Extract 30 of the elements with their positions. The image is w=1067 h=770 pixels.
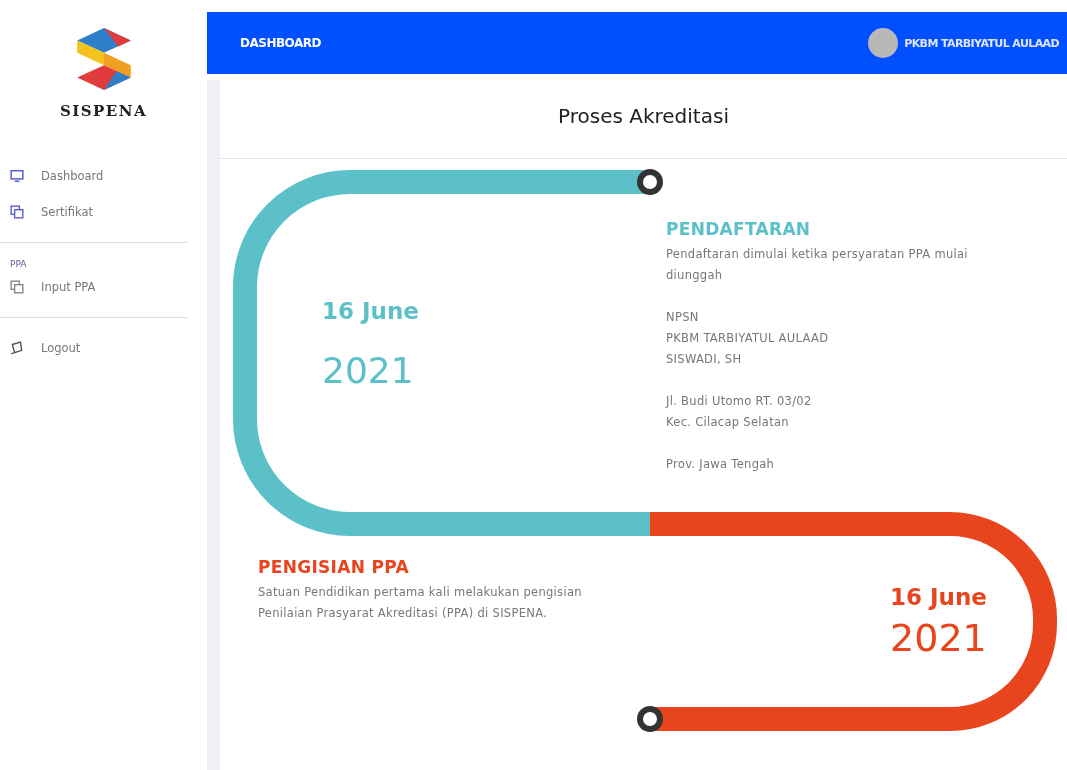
avatar[interactable] [868, 28, 899, 58]
sidebar-item[interactable]: Dashboard [0, 158, 207, 194]
page-title: Proses Akreditasi [558, 104, 729, 128]
stage-description: Pendaftaran dimulai ketika persyaratan PPA mulai diunggah [666, 246, 969, 284]
section-label: PPA [9, 258, 28, 269]
detail-line: Prov. Jawa Tengah [666, 456, 776, 473]
detail-line: Kec. Cilacap Selatan [666, 414, 790, 431]
detail-line: Jl. Budi Utomo RT. 03/02 [666, 393, 813, 410]
stage-year: 2021 [890, 616, 987, 660]
detail-line: PKBM TARBIYATUL AULAAD [666, 330, 830, 347]
stage-description: Satuan Pendidikan pertama kali melakukan pengisian Penilaian Prasyarat Akreditasi (PPA) di SISPENA. [258, 584, 583, 622]
detail-line: NPSN [666, 309, 700, 326]
copy-icon [10, 205, 24, 219]
monitor-icon [10, 169, 24, 183]
brand-name: SISPENA [59, 102, 148, 120]
sidebar-item[interactable]: Sertifikat [0, 194, 207, 230]
sidebar-item[interactable]: Input PPA [0, 269, 207, 305]
user-name[interactable]: PKBM TARBIYATUL AULAAD [904, 36, 1059, 50]
broom-icon [10, 341, 24, 355]
stage-title: PENGISIAN PPA [258, 557, 410, 577]
stage-year: 2021 [322, 349, 415, 391]
timeline-node [637, 706, 663, 732]
stage-day: 16 June [890, 584, 987, 610]
sidebar-item[interactable]: Logout [0, 330, 207, 366]
stage-title: PENDAFTARAN [666, 219, 812, 239]
stage-day: 16 June [322, 297, 650, 324]
detail-line: SISWADI, SH [666, 351, 743, 368]
timeline-node [637, 169, 663, 195]
copy-icon [10, 280, 24, 294]
header-title: DASHBOARD [240, 36, 321, 50]
